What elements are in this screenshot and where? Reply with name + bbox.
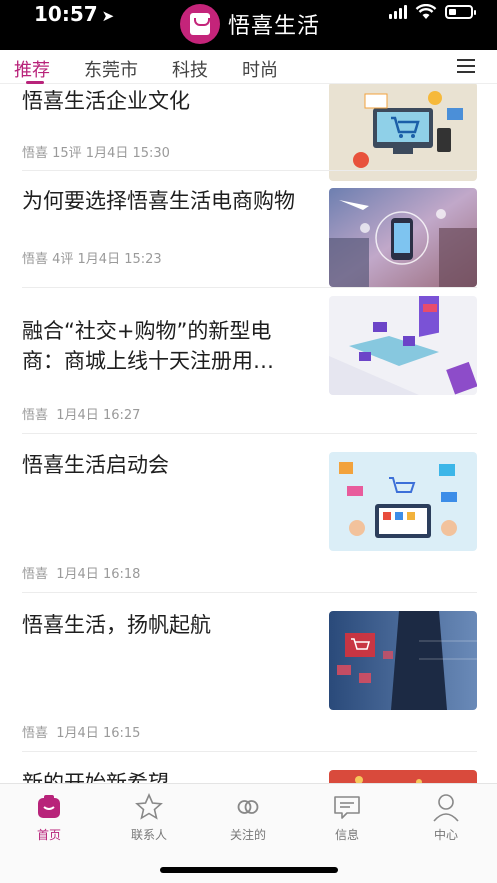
article-meta: 悟喜 1月4日 16:15 [22, 726, 141, 741]
nav-contacts-label: 联系人 [130, 828, 167, 842]
list-item[interactable]: 融合“社交+购物”的新型电商：商城上线十天注册用… 悟喜 1月4日 16:27 [0, 292, 497, 432]
star-icon [135, 793, 163, 820]
wifi-icon [415, 4, 437, 19]
article-title: 悟喜生活启动会 [22, 453, 169, 477]
news-feed: 悟喜生活企业文化 悟喜 15评 1月4日 15:30 为何要选择悟喜生活电商购物… [0, 84, 497, 783]
tab-tech[interactable]: 科技 [172, 56, 208, 82]
home-indicator [160, 867, 338, 873]
divider [22, 751, 477, 752]
rings-icon [237, 800, 259, 814]
nav-home-label: 首页 [36, 828, 61, 842]
article-thumbnail [329, 84, 477, 181]
article-meta: 悟喜 4评 1月4日 15:23 [22, 252, 162, 267]
list-item[interactable]: 悟喜生活企业文化 悟喜 15评 1月4日 15:30 [0, 84, 497, 181]
article-meta: 悟喜 1月4日 16:18 [22, 567, 141, 582]
list-item[interactable]: 新的开始新希望 [0, 764, 497, 783]
battery-icon [445, 5, 476, 19]
app-brand: 悟喜生活 [180, 4, 320, 44]
article-title: 悟喜生活，扬帆起航 [22, 613, 211, 637]
divider [22, 433, 477, 434]
top-bar: 10:57 ➤ 悟喜生活 [0, 0, 497, 50]
status-indicators [389, 4, 476, 20]
article-title: 悟喜生活企业文化 [22, 89, 190, 113]
divider [22, 592, 477, 593]
nav-following[interactable]: 关注的 [208, 792, 288, 843]
cellular-signal-icon [389, 5, 407, 19]
home-icon [38, 795, 60, 818]
tab-recommended[interactable]: 推荐 [14, 56, 50, 82]
article-title: 为何要选择悟喜生活电商购物 [22, 189, 295, 213]
tab-fashion[interactable]: 时尚 [242, 56, 278, 82]
nav-messages-label: 信息 [334, 828, 359, 842]
article-thumbnail [329, 770, 477, 783]
divider [22, 287, 477, 288]
app-logo-icon [180, 4, 220, 44]
nav-following-label: 关注的 [229, 828, 266, 842]
nav-messages[interactable]: 信息 [307, 792, 387, 843]
list-item[interactable]: 悟喜生活启动会 悟喜 1月4日 16:18 [0, 444, 497, 594]
status-time-text: 10:57 [34, 2, 98, 26]
nav-home[interactable]: 首页 [9, 792, 89, 843]
location-arrow-icon: ➤ [101, 7, 115, 25]
list-item[interactable]: 悟喜生活，扬帆起航 悟喜 1月4日 16:15 [0, 604, 497, 754]
article-thumbnail [329, 611, 477, 710]
nav-center-label: 中心 [433, 828, 458, 842]
message-icon [334, 796, 360, 819]
article-thumbnail [329, 452, 477, 551]
nav-contacts[interactable]: 联系人 [109, 792, 189, 843]
article-thumbnail [329, 188, 477, 287]
article-meta: 悟喜 1月4日 16:27 [22, 408, 141, 423]
category-tabs: 推荐 东莞市 科技 时尚 [0, 50, 497, 84]
tab-dongguan[interactable]: 东莞市 [84, 56, 138, 82]
status-time: 10:57 ➤ [34, 2, 114, 26]
list-item[interactable]: 为何要选择悟喜生活电商购物 悟喜 4评 1月4日 15:23 [0, 184, 497, 294]
person-icon [433, 794, 459, 822]
divider [22, 170, 477, 171]
article-title: 融合“社交+购物”的新型电商：商城上线十天注册用… [22, 319, 274, 373]
article-meta: 悟喜 15评 1月4日 15:30 [22, 146, 170, 161]
nav-center[interactable]: 中心 [406, 792, 486, 843]
article-thumbnail [329, 296, 477, 395]
menu-icon[interactable] [457, 59, 475, 73]
app-title: 悟喜生活 [228, 14, 321, 39]
article-title: 新的开始新希望 [22, 771, 169, 783]
